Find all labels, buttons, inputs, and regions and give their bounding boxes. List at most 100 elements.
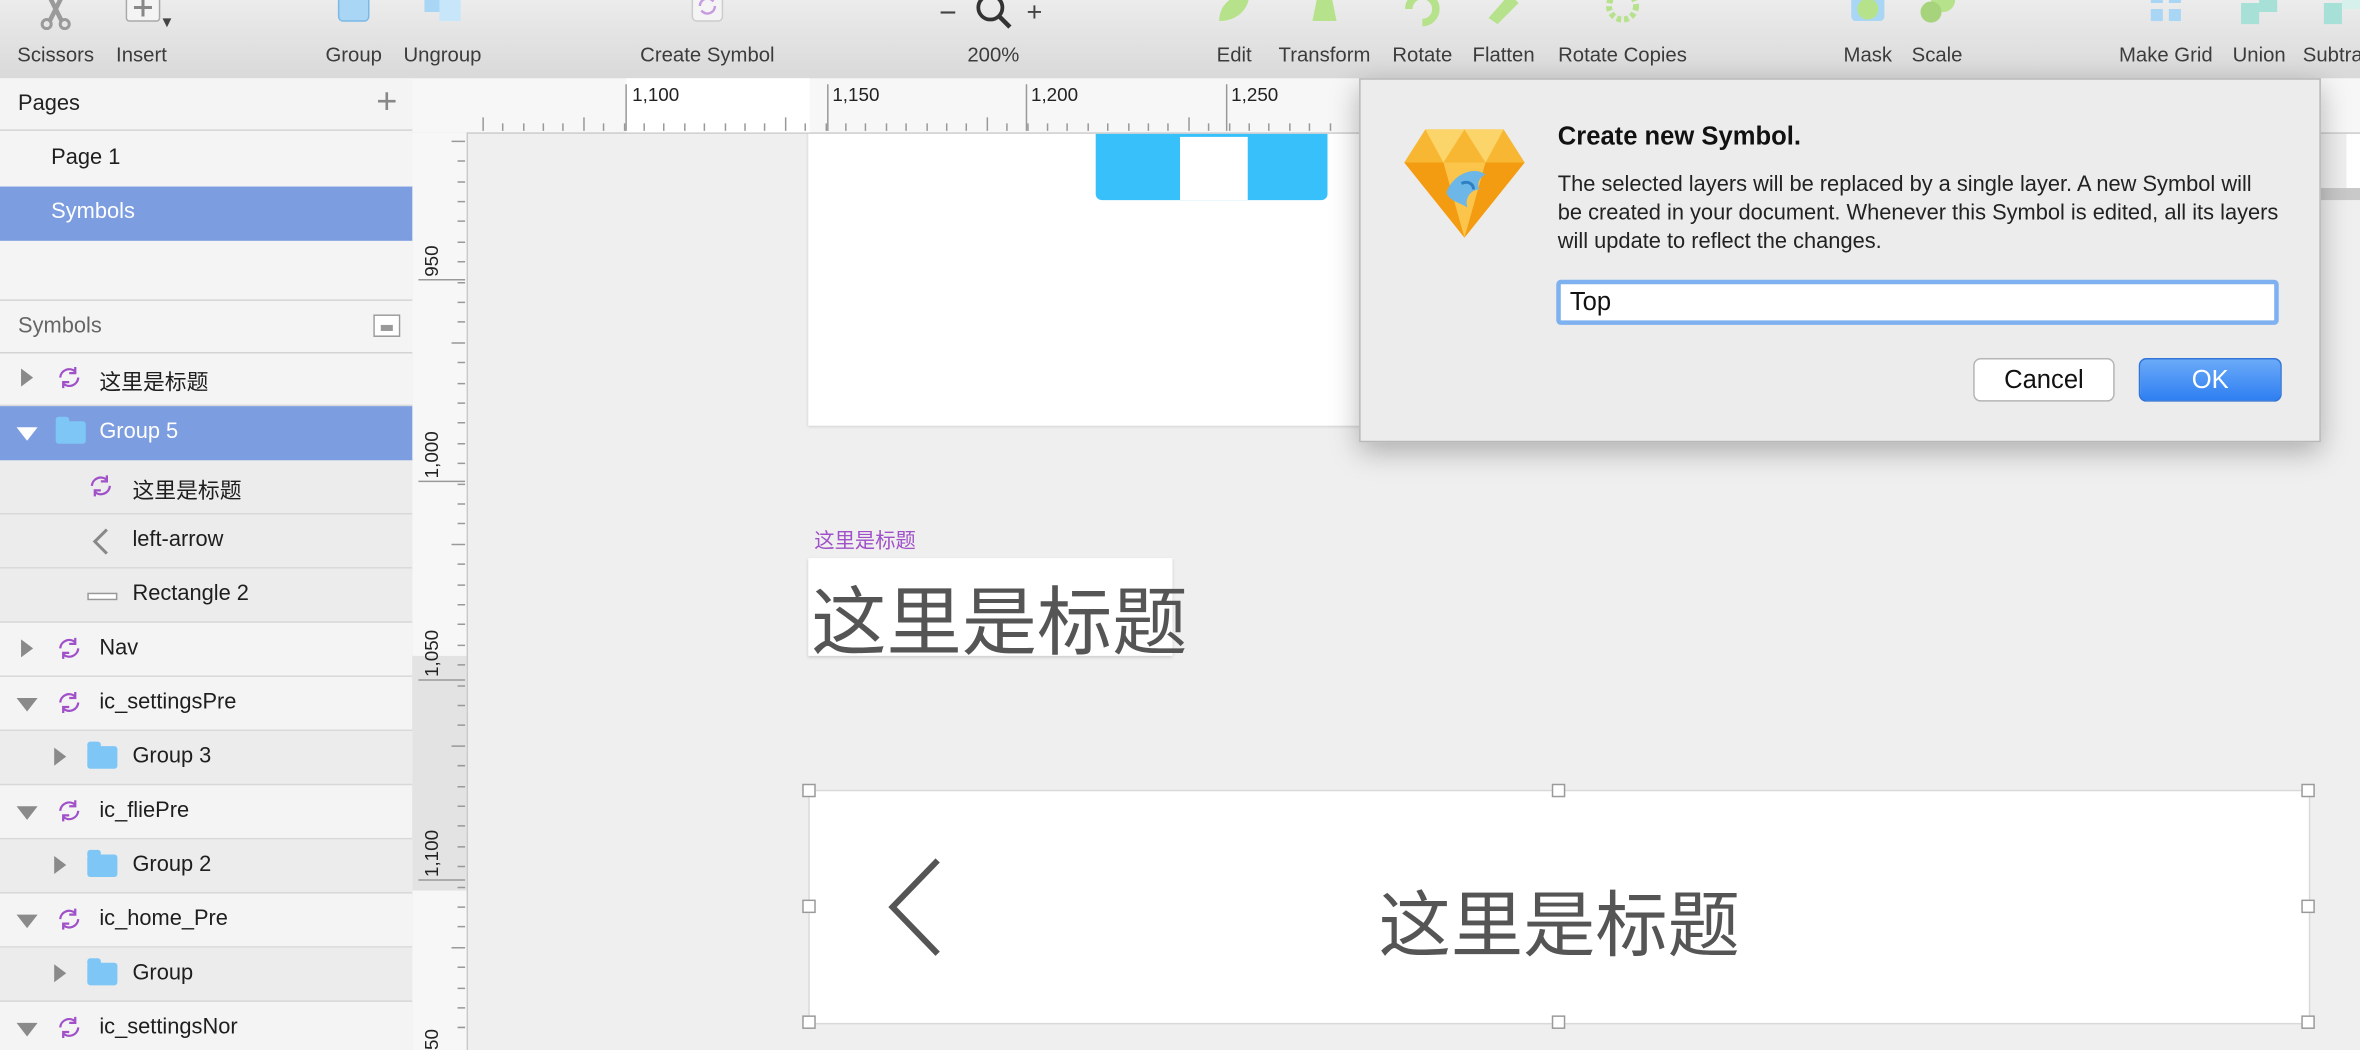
tab-notch [1180,136,1248,201]
page-item-label: Symbols [51,200,135,225]
layer-row[interactable]: Nav [0,623,413,677]
disclosure-triangle-icon[interactable] [54,855,67,874]
rotate-button[interactable]: Rotate [1385,0,1460,78]
layer-row[interactable]: Rectangle 2 [0,568,413,623]
edit-icon [1219,0,1249,22]
rotate-copies-button[interactable]: Rotate Copies [1550,0,1694,78]
layer-label: 这里是标题 [99,371,209,396]
resize-handle[interactable] [2301,1015,2315,1029]
union-label: Union [2232,43,2286,67]
folder-icon [87,849,118,878]
resize-handle[interactable] [1551,783,1566,798]
disclosure-triangle-icon[interactable] [16,427,38,441]
resize-handle[interactable] [1551,1015,1566,1029]
create-symbol-button[interactable]: Create Symbol [632,0,783,78]
disclosure-triangle-icon[interactable] [16,1022,38,1037]
zoom-level: 200% [967,43,1020,67]
group-button[interactable]: Group [319,0,388,78]
symbol-icon [59,800,80,822]
layer-row[interactable]: left-arrow [0,514,413,569]
resize-handle[interactable] [2301,899,2315,914]
zoom-control[interactable]: − + 200% [933,0,1053,78]
layer-label: ic_home_Pre [99,907,228,932]
page-item-selected[interactable]: Symbols [0,186,413,241]
ok-button[interactable]: OK [2138,358,2282,402]
edit-button[interactable]: Edit [1204,0,1264,78]
resize-handle[interactable] [802,1015,816,1029]
symbol-icon [691,0,724,22]
ruler-label: 1,000 [421,431,443,479]
pages-header: Pages + [0,78,413,131]
zoom-in-button[interactable]: + [1026,0,1042,29]
layer-label: Group 2 [132,852,212,878]
left-arrow-icon[interactable] [888,857,942,956]
layers-title: Symbols [18,314,102,339]
disclosure-triangle-icon[interactable] [16,806,38,820]
disclosure-triangle-icon[interactable] [21,368,34,387]
scale-button[interactable]: Scale [1905,0,1968,78]
layer-row[interactable]: 这里是标题 [0,352,413,407]
cancel-button[interactable]: Cancel [1973,358,2115,402]
resize-handle[interactable] [2301,783,2315,798]
resize-handle[interactable] [802,899,816,914]
folder-icon [87,741,118,769]
disclosure-triangle-icon[interactable] [16,914,38,929]
layer-row[interactable]: 这里是标题 [0,460,413,515]
collapse-icon[interactable] [373,314,401,337]
disclosure-triangle-icon[interactable] [21,639,34,658]
sketch-diamond-icon [1404,129,1525,238]
layer-row[interactable]: ic_settingsNor [0,1002,412,1050]
layer-label: ic_fliePre [99,798,190,823]
rotate-copies-icon [1605,0,1640,23]
flatten-label: Flatten [1472,43,1535,67]
left-arrow-icon [92,528,108,555]
layer-label: ic_settingsPre [99,690,237,715]
mask-icon [1851,0,1885,22]
resize-handle[interactable] [802,783,816,798]
subtract-button[interactable]: Subtra [2297,0,2360,78]
zoom-out-button[interactable]: − [939,0,957,32]
disclosure-triangle-icon[interactable] [54,964,67,983]
ungroup-button[interactable]: Ungroup [397,0,487,78]
edit-label: Edit [1216,43,1252,67]
layer-label: Group [132,961,194,986]
disclosure-triangle-icon[interactable] [16,697,38,712]
make-grid-button[interactable]: Make Grid [2113,0,2218,78]
add-page-button[interactable]: + [376,81,397,123]
union-button[interactable]: Union [2228,0,2291,78]
title-symbol-instance[interactable]: 这里是标题 [808,558,1188,666]
transform-label: Transform [1278,43,1371,67]
nav-bar[interactable]: 这里是标题 [808,789,2311,1025]
ungroup-icon [424,0,461,22]
flatten-button[interactable]: Flatten [1466,0,1541,78]
insert-button[interactable]: ▼ Insert [105,0,177,78]
nav-title: 这里是标题 [1378,884,1740,969]
union-icon [2241,0,2278,25]
layer-label: Group 5 [99,419,179,444]
pages-title: Pages [18,91,80,116]
grid-icon [2150,0,2181,22]
layer-row-selected[interactable]: Group 5 [0,406,413,461]
rotate-icon [1405,0,1440,27]
mask-button[interactable]: Mask [1836,0,1899,78]
layer-label: 这里是标题 [132,479,242,504]
mask-label: Mask [1843,43,1893,67]
layer-row[interactable]: Group 3 [0,731,413,786]
page-item[interactable]: Page 1 [0,132,413,186]
layer-row[interactable]: Group 2 [0,839,413,894]
rectangle-icon [87,592,118,601]
layer-row[interactable]: ic_home_Pre [0,894,413,948]
symbol-name-input[interactable] [1556,279,2279,325]
layer-row[interactable]: ic_fliePre [0,785,413,840]
scissors-button[interactable]: Scissors [9,0,102,78]
transform-button[interactable]: Transform [1273,0,1375,78]
scissors-icon [40,0,71,31]
ruler-label: 1,100 [421,829,443,878]
layer-label: Rectangle 2 [132,582,249,607]
dialog-message: The selected layers will be replaced by … [1557,172,2279,255]
disclosure-triangle-icon[interactable] [54,747,67,766]
layer-row[interactable]: ic_settingsPre [0,677,413,732]
title-text: 这里是标题 [811,579,1188,667]
plus-icon [125,0,161,22]
layer-row[interactable]: Group [0,947,413,1002]
